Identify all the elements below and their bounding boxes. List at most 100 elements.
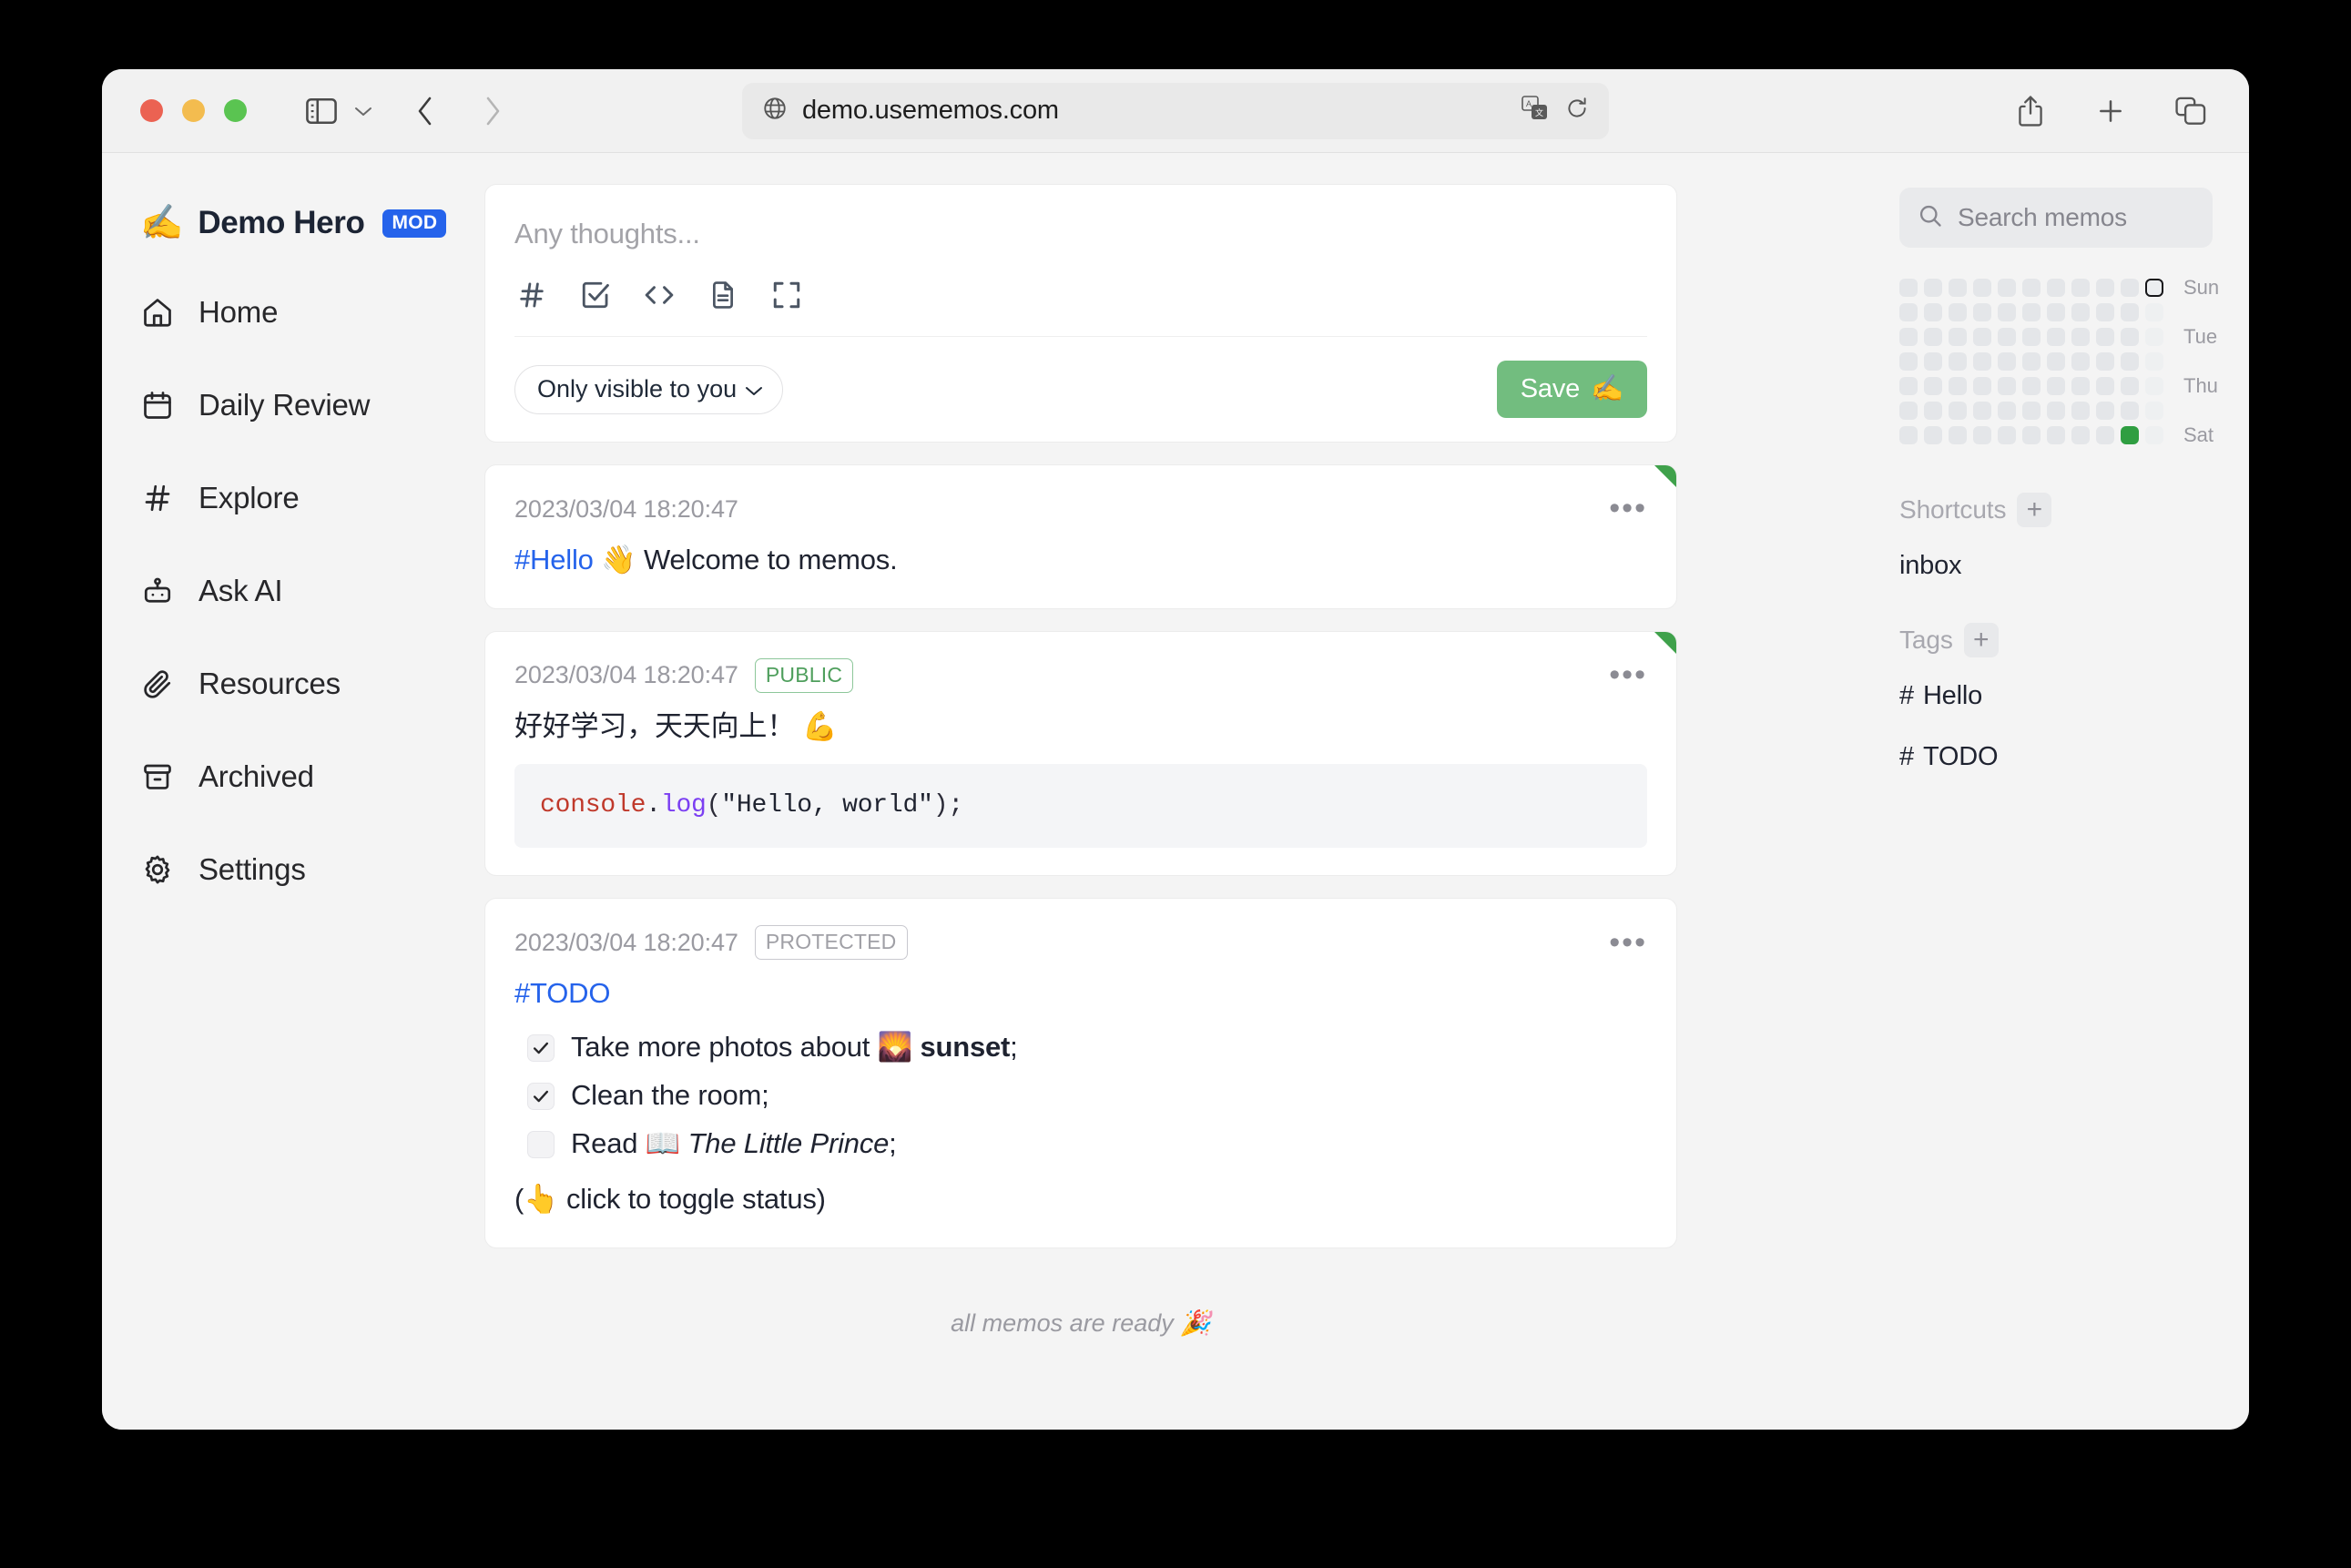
sidebar-item-home[interactable]: Home [140,284,484,341]
heatmap-cell[interactable] [2047,279,2065,297]
heatmap-cell[interactable] [1998,426,2016,444]
heatmap-cell[interactable] [1973,303,1991,321]
tag-item-todo[interactable]: # TODO [1899,742,2213,772]
memo-actions-menu[interactable]: ••• [1609,927,1647,957]
heatmap-cell[interactable] [2096,352,2114,371]
code-icon[interactable] [642,278,677,312]
heatmap-cell[interactable] [1949,402,1967,420]
chevron-down-icon[interactable] [345,87,382,135]
heatmap-grid[interactable] [1899,279,2163,451]
heatmap-cell[interactable] [2047,352,2065,371]
heatmap-cell[interactable] [2096,279,2114,297]
memo-tag-link[interactable]: #Hello [514,544,594,575]
heatmap-cell[interactable] [2022,279,2041,297]
shortcut-item-inbox[interactable]: inbox [1899,551,2213,581]
fullscreen-icon[interactable] [769,278,804,312]
heatmap-cell[interactable] [1924,402,1942,420]
sidebar-item-daily-review[interactable]: Daily Review [140,377,484,433]
heatmap-cell[interactable] [2022,328,2041,346]
tag-item-hello[interactable]: # Hello [1899,681,2213,711]
search-memos-box[interactable]: Search memos [1899,188,2213,248]
heatmap-cell[interactable] [2047,377,2065,395]
heatmap-cell[interactable] [2121,303,2139,321]
heatmap-cell[interactable] [1998,279,2016,297]
heatmap-cell[interactable] [1949,426,1967,444]
memo-actions-menu[interactable]: ••• [1609,660,1647,690]
heatmap-cell[interactable] [2145,377,2163,395]
heatmap-cell[interactable] [2071,402,2090,420]
checkbox-checked-icon[interactable] [527,1082,555,1110]
maximize-window-button[interactable] [224,99,247,122]
checkbox-icon[interactable] [578,278,613,312]
plus-icon[interactable] [2087,87,2134,135]
heatmap-cell[interactable] [1899,377,1918,395]
heatmap-cell[interactable] [2071,303,2090,321]
address-bar[interactable]: demo.usememos.com A 文 [742,82,1609,139]
heatmap-cell[interactable] [2096,426,2114,444]
save-button[interactable]: Save ✍️ [1496,361,1647,418]
heatmap-cell[interactable] [2145,426,2163,444]
heatmap-cell[interactable] [1924,352,1942,371]
heatmap-cell[interactable] [1973,377,1991,395]
heatmap-cell[interactable] [1973,279,1991,297]
back-arrow-icon[interactable] [402,87,449,135]
memo-card[interactable]: 2023/03/04 18:20:47 PUBLIC ••• 好好学习，天天向上… [484,630,1677,877]
heatmap-cell[interactable] [1949,352,1967,371]
document-icon[interactable] [706,278,740,312]
heatmap-cell[interactable] [1949,328,1967,346]
heatmap-cell[interactable] [2121,328,2139,346]
heatmap-cell[interactable] [1924,328,1942,346]
memo-card[interactable]: 2023/03/04 18:20:47 PROTECTED ••• #TODO [484,898,1677,1249]
heatmap-cell[interactable] [1949,279,1967,297]
memo-input-placeholder[interactable]: Any thoughts... [514,212,1647,278]
heatmap-cell[interactable] [1949,303,1967,321]
checkbox-checked-icon[interactable] [527,1033,555,1062]
memo-tag-link[interactable]: #TODO [514,977,610,1009]
user-brand[interactable]: ✍️ Demo Hero MOD [140,200,484,246]
todo-item[interactable]: Take more photos about 🌄 sunset; [527,1027,1647,1068]
heatmap-cell[interactable] [2022,352,2041,371]
heatmap-cell[interactable] [1949,377,1967,395]
heatmap-cell[interactable] [1998,402,2016,420]
heatmap-cell[interactable] [2047,328,2065,346]
heatmap-cell[interactable] [2145,279,2163,297]
sidebar-item-resources[interactable]: Resources [140,656,484,712]
visibility-select[interactable]: Only visible to you [514,364,784,414]
todo-item[interactable]: Read 📖 The Little Prince; [527,1124,1647,1165]
heatmap-cell[interactable] [2047,303,2065,321]
heatmap-cell[interactable] [1924,303,1942,321]
heatmap-cell[interactable] [2121,279,2139,297]
heatmap-cell[interactable] [1998,352,2016,371]
tab-overview-icon[interactable] [2167,87,2214,135]
heatmap-cell[interactable] [2121,402,2139,420]
heatmap-cell[interactable] [2071,377,2090,395]
memo-actions-menu[interactable]: ••• [1609,494,1647,524]
translate-icon[interactable]: A 文 [1522,96,1549,126]
reload-icon[interactable] [1565,96,1589,126]
heatmap-cell[interactable] [1924,377,1942,395]
heatmap-cell[interactable] [2145,402,2163,420]
checkbox-unchecked-icon[interactable] [527,1130,555,1158]
heatmap-cell[interactable] [2071,426,2090,444]
heatmap-cell[interactable] [1998,377,2016,395]
heatmap-cell[interactable] [2071,352,2090,371]
heatmap-cell[interactable] [1998,303,2016,321]
sidebar-toggle-icon[interactable] [298,87,345,135]
add-shortcut-button[interactable]: + [2017,493,2052,527]
heatmap-cell[interactable] [1973,328,1991,346]
search-input[interactable]: Search memos [1958,203,2127,232]
tag-icon[interactable] [514,278,549,312]
forward-arrow-icon[interactable] [469,87,516,135]
heatmap-cell[interactable] [2022,377,2041,395]
heatmap-cell[interactable] [1899,328,1918,346]
heatmap-cell[interactable] [1924,426,1942,444]
heatmap-cell[interactable] [2121,377,2139,395]
sidebar-item-explore[interactable]: Explore [140,470,484,526]
heatmap-cell[interactable] [2071,279,2090,297]
add-tag-button[interactable]: + [1963,623,1999,657]
heatmap-cell[interactable] [2096,377,2114,395]
heatmap-cell[interactable] [2096,328,2114,346]
heatmap-cell[interactable] [2047,426,2065,444]
memo-editor[interactable]: Any thoughts... Only visible to you Save… [484,184,1677,443]
close-window-button[interactable] [140,99,163,122]
